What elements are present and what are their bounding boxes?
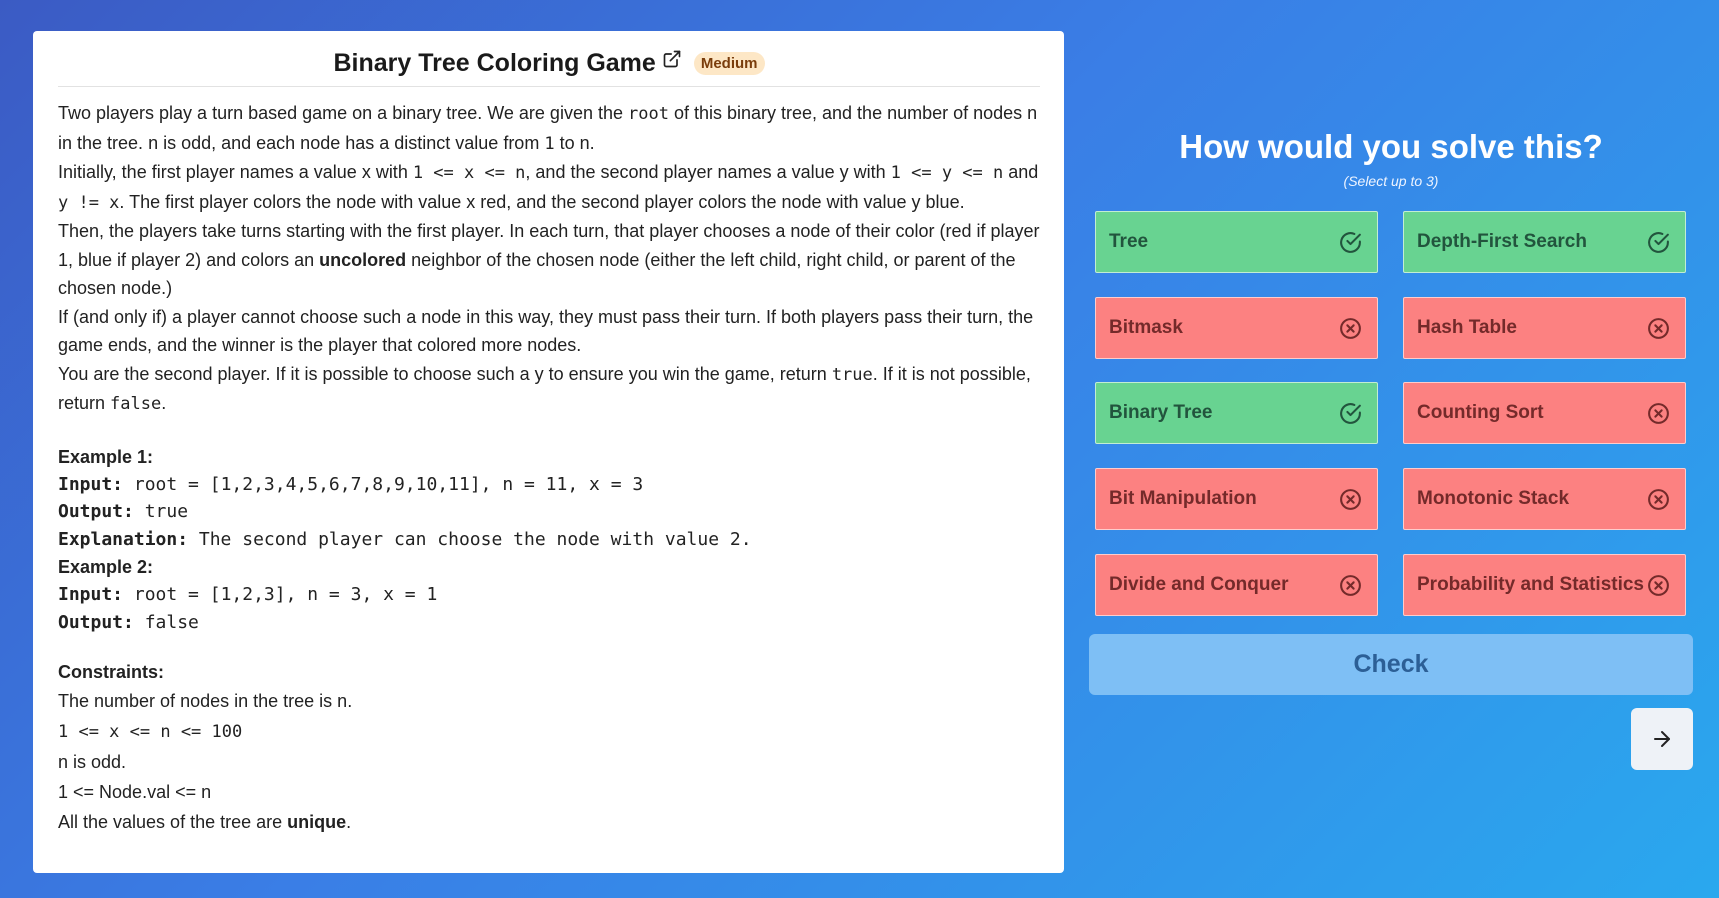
constraint-item: All the values of the tree are unique. — [58, 812, 352, 832]
option-label: Bit Manipulation — [1109, 488, 1257, 509]
x-circle-icon — [1648, 574, 1669, 596]
example-1: Example 1: Input: root = [1,2,3,4,5,6,7,… — [58, 443, 1040, 554]
option-tree[interactable]: Tree — [1095, 211, 1378, 273]
example-input: Input: root = [1,2,3], n = 3, x = 1 — [58, 584, 438, 605]
arrow-right-icon — [1654, 731, 1670, 747]
constraint-item: n is odd. — [58, 752, 127, 772]
option-label: Probability and Statistics — [1417, 574, 1644, 595]
external-link-icon[interactable] — [662, 49, 682, 69]
example-output: Output: true — [58, 501, 189, 522]
option-label: Tree — [1109, 231, 1149, 252]
check-circle-icon — [1340, 231, 1361, 253]
desc-paragraph-1: Two players play a turn based game on a … — [58, 103, 1038, 154]
option-probability-and-statistics[interactable]: Probability and Statistics — [1403, 554, 1686, 616]
desc-paragraph-2: Initially, the first player names a valu… — [58, 162, 1039, 213]
x-circle-icon — [1340, 317, 1361, 339]
x-circle-icon — [1648, 488, 1669, 510]
option-hash-table[interactable]: Hash Table — [1403, 297, 1686, 359]
constraint-item: The number of nodes in the tree is n. — [58, 691, 353, 711]
check-button[interactable]: Check — [1089, 634, 1693, 695]
option-bit-manipulation[interactable]: Bit Manipulation — [1095, 468, 1378, 530]
example-2: Example 2: Input: root = [1,2,3], n = 3,… — [58, 553, 1040, 636]
quiz-subtitle: (Select up to 3) — [1343, 173, 1439, 189]
option-label: Counting Sort — [1417, 402, 1544, 423]
option-label: Monotonic Stack — [1417, 488, 1570, 509]
option-label: Depth-First Search — [1417, 231, 1587, 252]
option-counting-sort[interactable]: Counting Sort — [1403, 382, 1686, 444]
option-bitmask[interactable]: Bitmask — [1095, 297, 1378, 359]
option-label: Binary Tree — [1109, 402, 1213, 423]
x-circle-icon — [1340, 574, 1361, 596]
check-circle-icon — [1340, 402, 1361, 424]
x-circle-icon — [1648, 402, 1669, 424]
option-depth-first-search[interactable]: Depth-First Search — [1403, 211, 1686, 273]
quiz-question: How would you solve this? — [1179, 128, 1603, 165]
desc-paragraph-5: You are the second player. If it is poss… — [58, 363, 1031, 415]
desc-paragraph-4: If (and only if) a player cannot choose … — [58, 306, 1034, 356]
difficulty-badge: Medium — [693, 52, 765, 75]
constraints: Constraints: The number of nodes in the … — [58, 658, 1040, 837]
desc-paragraph-3: Then, the players take turns starting wi… — [58, 221, 1040, 298]
option-label: Hash Table — [1417, 317, 1517, 338]
constraint-item: 1 <= x <= n <= 100 — [58, 722, 243, 742]
problem-panel: Binary Tree Coloring Game Medium Two pla… — [33, 31, 1064, 873]
problem-title: Binary Tree Coloring Game — [333, 49, 656, 77]
x-circle-icon — [1648, 317, 1669, 339]
example-title: Example 2: — [58, 557, 154, 577]
example-explanation: Explanation: The second player can choos… — [58, 528, 752, 550]
problem-header: Binary Tree Coloring Game Medium — [58, 49, 1040, 87]
option-divide-and-conquer[interactable]: Divide and Conquer — [1095, 554, 1378, 616]
constraint-item: 1 <= Node.val <= n — [58, 782, 212, 802]
check-circle-icon — [1648, 231, 1669, 253]
option-label: Divide and Conquer — [1109, 574, 1289, 595]
option-label: Bitmask — [1109, 317, 1183, 338]
option-binary-tree[interactable]: Binary Tree — [1095, 382, 1378, 444]
example-title: Example 1: — [58, 446, 154, 467]
example-input: Input: root = [1,2,3,4,5,6,7,8,9,10,11],… — [58, 473, 644, 495]
problem-description: Two players play a turn based game on a … — [58, 99, 1040, 419]
option-monotonic-stack[interactable]: Monotonic Stack — [1403, 468, 1686, 530]
next-button[interactable] — [1631, 708, 1693, 770]
example-output: Output: false — [58, 611, 199, 633]
x-circle-icon — [1340, 488, 1361, 510]
constraints-title: Constraints: — [58, 662, 165, 682]
